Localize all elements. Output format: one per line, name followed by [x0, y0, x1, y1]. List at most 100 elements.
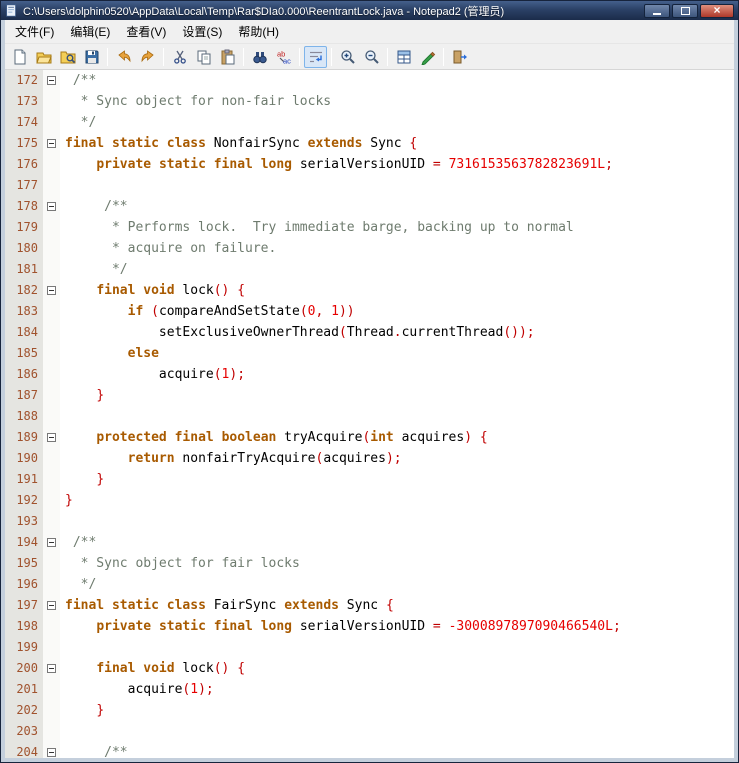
code-text[interactable]: final void lock() { [60, 280, 734, 301]
line-number[interactable]: 204 [5, 742, 43, 758]
line-number[interactable]: 174 [5, 112, 43, 133]
close-button[interactable] [700, 3, 734, 18]
replace-button[interactable]: ab ac [272, 46, 295, 68]
cut-button[interactable] [168, 46, 191, 68]
line-number[interactable]: 178 [5, 196, 43, 217]
code-text[interactable]: setExclusiveOwnerThread(Thread.currentTh… [60, 322, 734, 343]
code-text[interactable]: */ [60, 259, 734, 280]
fold-collapse-icon[interactable] [47, 286, 56, 295]
word-wrap-button[interactable] [304, 45, 327, 68]
browse-file-button[interactable] [56, 46, 79, 68]
line-number[interactable]: 194 [5, 532, 43, 553]
code-text[interactable]: acquire(1); [60, 364, 734, 385]
line-number[interactable]: 196 [5, 574, 43, 595]
line-number[interactable]: 197 [5, 595, 43, 616]
line-number[interactable]: 172 [5, 70, 43, 91]
code-text[interactable]: else [60, 343, 734, 364]
code-text[interactable] [60, 406, 734, 427]
customize-schemes-button[interactable] [416, 46, 439, 68]
line-number[interactable]: 176 [5, 154, 43, 175]
fold-collapse-icon[interactable] [47, 433, 56, 442]
fold-collapse-icon[interactable] [47, 538, 56, 547]
maximize-button[interactable] [672, 3, 698, 18]
fold-collapse-icon[interactable] [47, 202, 56, 211]
code-text[interactable] [60, 637, 734, 658]
code-text[interactable]: /** [60, 742, 734, 758]
code-text[interactable]: protected final boolean tryAcquire(int a… [60, 427, 734, 448]
code-text[interactable]: return nonfairTryAcquire(acquires); [60, 448, 734, 469]
line-number[interactable]: 177 [5, 175, 43, 196]
code-text[interactable]: * Sync object for non-fair locks [60, 91, 734, 112]
line-number[interactable]: 182 [5, 280, 43, 301]
fold-collapse-icon[interactable] [47, 748, 56, 757]
code-text[interactable]: * Performs lock. Try immediate barge, ba… [60, 217, 734, 238]
line-number[interactable]: 193 [5, 511, 43, 532]
zoom-in-button[interactable] [336, 46, 359, 68]
zoom-out-button[interactable] [360, 46, 383, 68]
line-number[interactable]: 179 [5, 217, 43, 238]
code-text[interactable] [60, 175, 734, 196]
app-icon[interactable] [5, 4, 18, 17]
code-text[interactable]: acquire(1); [60, 679, 734, 700]
line-number[interactable]: 181 [5, 259, 43, 280]
code-text[interactable]: } [60, 700, 734, 721]
line-number[interactable]: 180 [5, 238, 43, 259]
view-schemes-button[interactable] [392, 46, 415, 68]
menu-item-view[interactable]: 查看(V) [118, 19, 174, 44]
code-text[interactable]: } [60, 490, 734, 511]
line-number[interactable]: 203 [5, 721, 43, 742]
line-number[interactable]: 190 [5, 448, 43, 469]
line-number[interactable]: 189 [5, 427, 43, 448]
fold-collapse-icon[interactable] [47, 601, 56, 610]
paste-button[interactable] [216, 46, 239, 68]
code-text[interactable]: if (compareAndSetState(0, 1)) [60, 301, 734, 322]
line-number[interactable]: 183 [5, 301, 43, 322]
line-number[interactable]: 187 [5, 385, 43, 406]
code-text[interactable]: /** [60, 196, 734, 217]
copy-button[interactable] [192, 46, 215, 68]
code-text[interactable]: * acquire on failure. [60, 238, 734, 259]
fold-collapse-icon[interactable] [47, 76, 56, 85]
code-text[interactable]: final static class NonfairSync extends S… [60, 133, 734, 154]
code-text[interactable] [60, 511, 734, 532]
line-number[interactable]: 199 [5, 637, 43, 658]
line-number[interactable]: 173 [5, 91, 43, 112]
redo-button[interactable] [136, 46, 159, 68]
save-file-button[interactable] [80, 46, 103, 68]
code-text[interactable]: */ [60, 574, 734, 595]
editor[interactable]: 172 /** 173 * Sync object for non-fair lo… [5, 70, 734, 758]
code-text[interactable]: private static final long serialVersionU… [60, 154, 734, 175]
menu-item-help[interactable]: 帮助(H) [230, 19, 287, 44]
line-number[interactable]: 184 [5, 322, 43, 343]
menu-item-edit[interactable]: 编辑(E) [62, 19, 118, 44]
fold-collapse-icon[interactable] [47, 664, 56, 673]
code-text[interactable] [60, 721, 734, 742]
line-number[interactable]: 202 [5, 700, 43, 721]
title-bar[interactable]: C:\Users\dolphin0520\AppData\Local\Temp\… [1, 1, 738, 20]
exit-button[interactable] [448, 46, 471, 68]
code-text[interactable]: /** [60, 70, 734, 91]
menu-item-file[interactable]: 文件(F) [7, 19, 62, 44]
menu-item-settings[interactable]: 设置(S) [174, 19, 230, 44]
new-file-button[interactable] [8, 46, 31, 68]
line-number[interactable]: 198 [5, 616, 43, 637]
line-number[interactable]: 186 [5, 364, 43, 385]
find-button[interactable] [248, 46, 271, 68]
code-text[interactable]: final void lock() { [60, 658, 734, 679]
code-text[interactable]: } [60, 469, 734, 490]
code-text[interactable]: private static final long serialVersionU… [60, 616, 734, 637]
minimize-button[interactable] [644, 3, 670, 18]
line-number[interactable]: 175 [5, 133, 43, 154]
line-number[interactable]: 188 [5, 406, 43, 427]
code-text[interactable]: * Sync object for fair locks [60, 553, 734, 574]
fold-collapse-icon[interactable] [47, 139, 56, 148]
line-number[interactable]: 201 [5, 679, 43, 700]
open-file-button[interactable] [32, 46, 55, 68]
code-text[interactable]: final static class FairSync extends Sync… [60, 595, 734, 616]
line-number[interactable]: 200 [5, 658, 43, 679]
line-number[interactable]: 191 [5, 469, 43, 490]
code-text[interactable]: } [60, 385, 734, 406]
line-number[interactable]: 192 [5, 490, 43, 511]
undo-button[interactable] [112, 46, 135, 68]
line-number[interactable]: 185 [5, 343, 43, 364]
